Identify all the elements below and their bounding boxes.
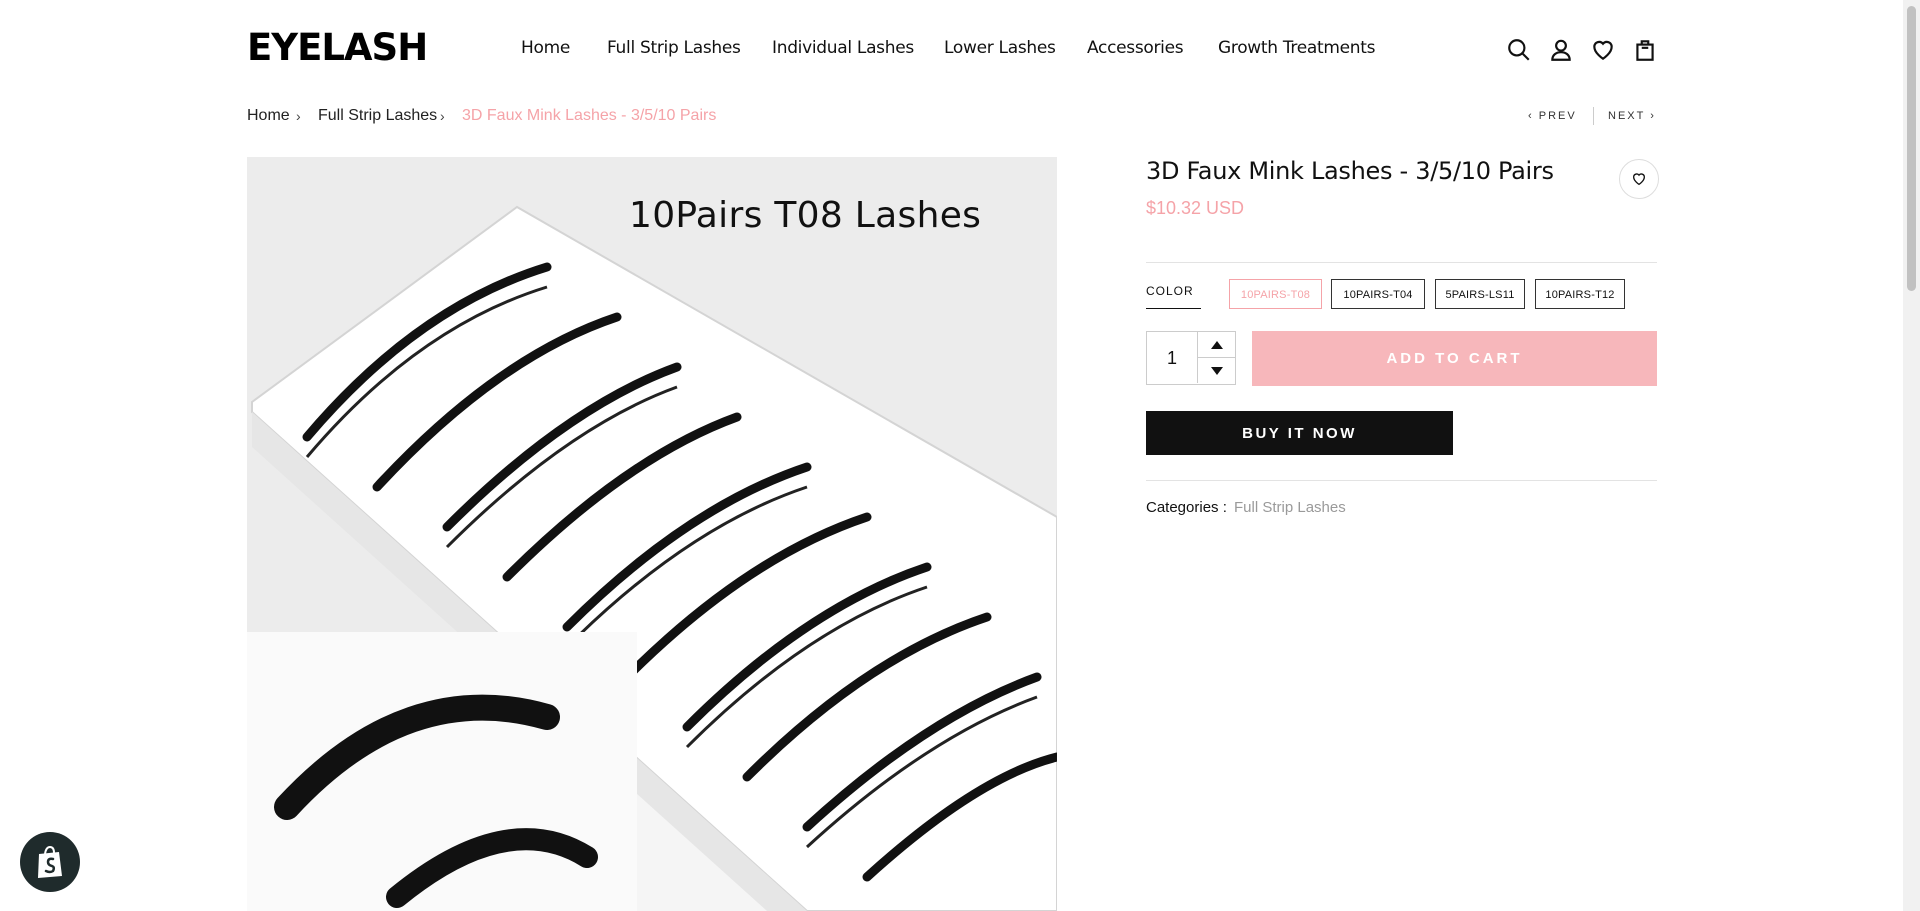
color-option-10pairs-t08[interactable]: 10PAIRS-T08 <box>1229 279 1322 309</box>
caret-up-icon <box>1211 340 1223 349</box>
breadcrumb-full-strip-lashes[interactable]: Full Strip Lashes <box>318 106 437 126</box>
nav-growth-treatments[interactable]: Growth Treatments <box>1218 36 1376 60</box>
next-label: NEXT <box>1608 110 1646 122</box>
wishlist-icon[interactable] <box>1589 36 1617 64</box>
nav-accessories[interactable]: Accessories <box>1087 36 1184 60</box>
add-to-wishlist-button[interactable] <box>1619 159 1659 199</box>
add-to-cart-button[interactable]: ADD TO CART <box>1252 331 1657 386</box>
heart-icon <box>1632 173 1646 186</box>
quantity-increase-button[interactable] <box>1197 332 1236 358</box>
lash-tray-illustration <box>247 157 1057 911</box>
page-scrollbar[interactable] <box>1903 0 1920 911</box>
next-product-link[interactable]: NEXT › <box>1608 108 1656 124</box>
breadcrumb-current: 3D Faux Mink Lashes - 3/5/10 Pairs <box>462 107 717 124</box>
divider <box>1146 262 1657 263</box>
color-option-5pairs-ls11[interactable]: 5PAIRS-LS11 <box>1435 279 1525 309</box>
product-price: $10.32 USD <box>1146 198 1245 218</box>
image-caption: 10Pairs T08 Lashes <box>629 195 982 236</box>
caret-down-icon <box>1211 366 1223 375</box>
shopify-bag-icon <box>38 845 62 878</box>
cart-icon[interactable] <box>1631 36 1659 64</box>
buy-it-now-button[interactable]: BUY IT NOW <box>1146 411 1453 455</box>
account-icon[interactable] <box>1547 36 1575 64</box>
category-link[interactable]: Full Strip Lashes <box>1234 498 1346 518</box>
search-icon[interactable] <box>1505 36 1533 64</box>
categories-label: Categories : <box>1146 499 1227 516</box>
breadcrumb-separator: › <box>296 108 301 124</box>
product-image[interactable]: 10Pairs T08 Lashes <box>247 157 1057 911</box>
divider <box>1146 480 1657 481</box>
color-option-10pairs-t12[interactable]: 10PAIRS-T12 <box>1535 279 1625 309</box>
prev-label: PREV <box>1538 110 1577 122</box>
product-title: 3D Faux Mink Lashes - 3/5/10 Pairs <box>1146 157 1554 185</box>
quantity-input[interactable]: 1 <box>1147 332 1197 384</box>
nav-full-strip-lashes[interactable]: Full Strip Lashes <box>607 36 741 60</box>
prev-product-link[interactable]: ‹ PREV <box>1528 108 1577 124</box>
shopify-badge[interactable] <box>20 832 80 892</box>
breadcrumb-home[interactable]: Home <box>247 106 290 126</box>
scrollbar-thumb[interactable] <box>1907 6 1916 291</box>
nav-home[interactable]: Home <box>521 36 570 60</box>
quantity-decrease-button[interactable] <box>1197 358 1236 383</box>
color-label: COLOR <box>1146 283 1201 309</box>
site-logo[interactable]: EYELASH <box>247 24 428 72</box>
color-option-10pairs-t04[interactable]: 10PAIRS-T04 <box>1331 279 1425 309</box>
pn-divider <box>1593 107 1594 125</box>
quantity-stepper: 1 <box>1146 331 1236 385</box>
breadcrumb-separator: › <box>440 108 445 124</box>
nav-individual-lashes[interactable]: Individual Lashes <box>772 36 914 60</box>
nav-lower-lashes[interactable]: Lower Lashes <box>944 36 1056 60</box>
